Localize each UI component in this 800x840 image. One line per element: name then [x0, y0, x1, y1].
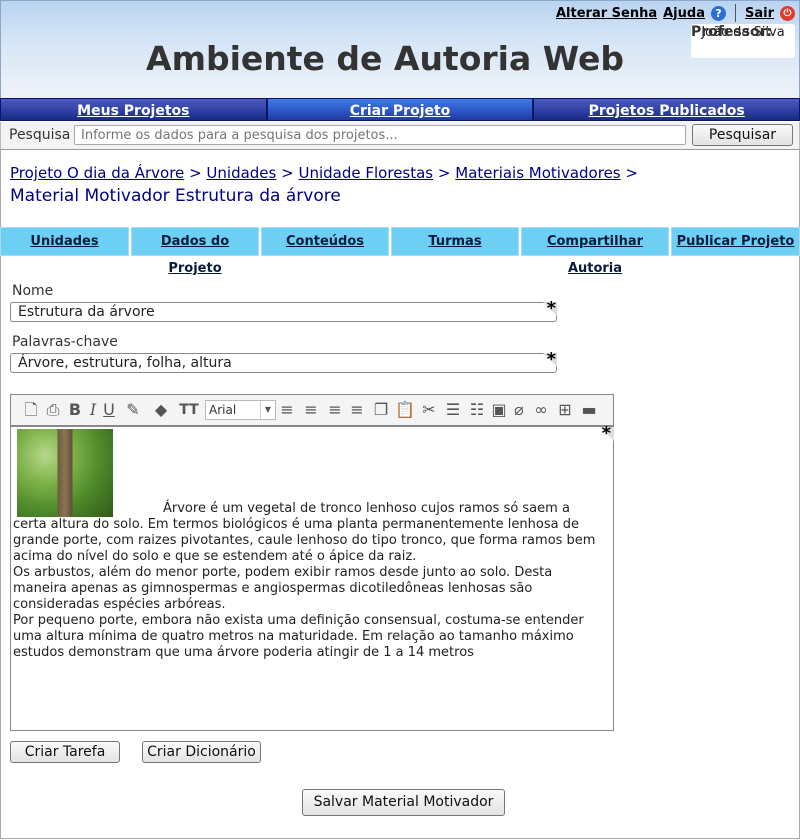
keywords-value: Árvore, estrutura, folha, altura — [18, 355, 232, 371]
cut-icon[interactable]: ✂ — [419, 400, 439, 420]
tab-contents[interactable]: Conteúdos — [261, 227, 389, 256]
font-size-icon[interactable]: TT — [179, 400, 199, 420]
breadcrumb-separator: > — [281, 164, 294, 182]
user-role-label: Professor: — [691, 24, 773, 40]
copy-icon[interactable]: ❐ — [371, 400, 391, 420]
text-color-icon[interactable]: ✎ — [123, 400, 143, 420]
name-label: Nome — [12, 283, 54, 299]
tab-classes[interactable]: Turmas — [391, 227, 519, 256]
breadcrumb-current: Material Motivador Estrutura da árvore — [10, 186, 341, 206]
search-bar: Pesquisa Pesquisar — [0, 122, 800, 150]
numbered-list-icon[interactable]: ☷ — [467, 400, 487, 420]
font-value: Arial — [209, 403, 237, 417]
align-right-icon[interactable]: ≡ — [325, 400, 345, 420]
underline-icon[interactable]: U — [99, 400, 119, 420]
editor-text: Árvore é um vegetal de tronco lenhoso cu… — [13, 501, 605, 661]
keywords-label: Palavras-chave — [12, 334, 118, 350]
attachment-icon[interactable]: ⌀ — [509, 400, 529, 420]
main-nav: Meus Projetos Criar Projeto Projetos Pub… — [0, 98, 800, 121]
editor-toolbar: 🗋 ⎙ B I U ✎ ◆ TT Arial ▼ ≡ ≡ ≡ ≡ ❐ 📋 ✂ ☰… — [11, 395, 613, 427]
media-icon[interactable]: ▬ — [579, 400, 599, 420]
keywords-field[interactable]: Árvore, estrutura, folha, altura * — [10, 349, 557, 373]
required-icon: * — [546, 349, 556, 370]
nav-label: Criar Projeto — [349, 103, 451, 119]
breadcrumb-unit[interactable]: Unidade Florestas — [299, 164, 434, 182]
link-icon[interactable]: ∞ — [531, 400, 551, 420]
help-link[interactable]: Ajuda — [663, 6, 705, 21]
tab-label: Dados do Projeto — [160, 234, 230, 276]
power-icon[interactable]: ⏻ — [780, 5, 795, 21]
editor-paragraph: Por pequeno porte, embora não exista uma… — [13, 613, 584, 660]
tab-label: Conteúdos — [286, 234, 364, 249]
nav-label: Projetos Publicados — [588, 103, 745, 119]
help-icon[interactable]: ? — [710, 5, 726, 21]
tab-publish-project[interactable]: Publicar Projeto — [671, 227, 800, 256]
bullet-list-icon[interactable]: ☰ — [443, 400, 463, 420]
align-center-icon[interactable]: ≡ — [347, 400, 367, 420]
search-input[interactable] — [74, 125, 686, 145]
tab-label: Turmas — [428, 234, 482, 249]
breadcrumb-materials[interactable]: Materiais Motivadores — [455, 164, 620, 182]
nav-published-projects[interactable]: Projetos Publicados — [533, 98, 800, 121]
breadcrumb: Projeto O dia da Árvore > Unidades > Uni… — [10, 162, 690, 208]
paste-icon[interactable]: 📋 — [395, 400, 415, 420]
breadcrumb-units[interactable]: Unidades — [206, 164, 276, 182]
project-tabs: Unidades Dados do Projeto Conteúdos Turm… — [0, 227, 800, 276]
user-box: Professor: João da Silva — [691, 24, 795, 58]
tab-label: Publicar Projeto — [676, 234, 795, 249]
tab-project-data[interactable]: Dados do Projeto — [131, 227, 259, 276]
exit-label: Sair — [744, 5, 774, 21]
editor-content[interactable]: Árvore é um vegetal de tronco lenhoso cu… — [13, 429, 605, 724]
create-dictionary-button[interactable]: Criar Dicionário — [142, 741, 261, 763]
exit-link[interactable]: Sair — [745, 6, 774, 21]
editor-paragraph: Os arbustos, além do menor porte, podem … — [13, 565, 553, 612]
search-label: Pesquisa — [9, 127, 71, 143]
app-header: Ambiente de Autoria Web Alterar Senha Aj… — [0, 0, 800, 99]
breadcrumb-separator: > — [437, 164, 451, 182]
breadcrumb-separator: > — [625, 164, 638, 182]
required-icon: * — [546, 298, 556, 319]
save-material-button[interactable]: Salvar Material Motivador — [302, 789, 505, 816]
nav-label: Meus Projetos — [77, 103, 190, 119]
create-task-button[interactable]: Criar Tarefa — [10, 741, 120, 763]
tab-share-authorship[interactable]: Compartilhar Autoria — [521, 227, 669, 276]
app-title: Ambiente de Autoria Web — [146, 39, 624, 78]
rich-text-editor: 🗋 ⎙ B I U ✎ ◆ TT Arial ▼ ≡ ≡ ≡ ≡ ❐ 📋 ✂ ☰… — [10, 394, 614, 731]
name-field[interactable]: Estrutura da árvore * — [10, 298, 557, 322]
chevron-down-icon: ▼ — [260, 401, 275, 419]
print-icon[interactable]: ⎙ — [43, 400, 63, 420]
align-left-icon[interactable]: ≡ — [301, 400, 321, 420]
editor-paragraph: Árvore é um vegetal de tronco lenhoso cu… — [13, 501, 596, 564]
nav-create-project[interactable]: Criar Projeto — [266, 98, 534, 121]
table-icon[interactable]: ⊞ — [555, 400, 575, 420]
nav-my-projects[interactable]: Meus Projetos — [0, 98, 267, 121]
tab-label: Unidades — [30, 234, 99, 249]
top-links: Alterar Senha Ajuda ? Sair ⏻ — [556, 4, 795, 22]
fill-color-icon[interactable]: ◆ — [151, 400, 171, 420]
name-value: Estrutura da árvore — [18, 304, 155, 320]
breadcrumb-project[interactable]: Projeto O dia da Árvore — [10, 164, 184, 182]
align-justify-icon[interactable]: ≡ — [277, 400, 297, 420]
help-label: Ajuda — [663, 5, 705, 21]
tab-units[interactable]: Unidades — [0, 227, 129, 256]
image-icon[interactable]: ▣ — [489, 400, 509, 420]
change-password-link[interactable]: Alterar Senha — [556, 6, 657, 21]
font-select[interactable]: Arial ▼ — [205, 400, 276, 420]
new-document-icon[interactable]: 🗋 — [21, 400, 41, 420]
search-button[interactable]: Pesquisar — [692, 124, 793, 146]
bold-icon[interactable]: B — [65, 400, 85, 420]
breadcrumb-separator: > — [189, 164, 202, 182]
divider — [734, 4, 736, 22]
